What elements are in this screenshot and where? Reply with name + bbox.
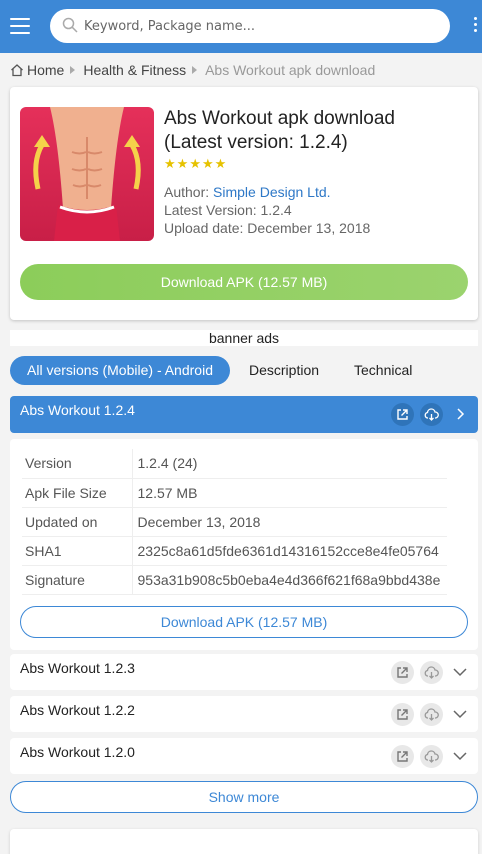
version-row-1-2-2[interactable]: Abs Workout 1.2.2	[10, 696, 478, 732]
author-link[interactable]: Simple Design Ltd.	[213, 184, 331, 200]
app-card: Abs Workout apk download (Latest version…	[10, 87, 478, 320]
latest-version-value: 1.2.4	[260, 202, 292, 218]
table-row: Version 1.2.4 (24)	[22, 449, 447, 479]
chevron-down-icon[interactable]	[452, 706, 468, 722]
detail-value: 2325c8a61d5fde6361d14316152cce8e4fe05764	[131, 536, 447, 566]
tab-description[interactable]: Description	[249, 356, 319, 385]
breadcrumb-separator	[70, 66, 76, 75]
tab-all-versions[interactable]: All versions (Mobile) - Android	[10, 356, 230, 385]
version-details: Version 1.2.4 (24) Apk File Size 12.57 MB …	[10, 439, 478, 650]
version-name: Abs Workout 1.2.4	[20, 402, 135, 418]
latest-version-row: Latest Version: 1.2.4	[164, 202, 292, 218]
cloud-download-icon[interactable]	[420, 661, 443, 684]
external-link-icon[interactable]	[391, 661, 414, 684]
detail-key: Version	[22, 449, 132, 479]
star-icon: ★	[214, 156, 228, 171]
table-row: Updated on December 13, 2018	[22, 507, 447, 537]
tab-technical[interactable]: Technical	[354, 356, 412, 385]
chevron-down-icon[interactable]	[452, 748, 468, 764]
download-version-button[interactable]: Download APK (12.57 MB)	[20, 606, 468, 638]
detail-key: Signature	[22, 565, 132, 595]
version-row-1-2-4[interactable]: Abs Workout 1.2.4	[10, 396, 478, 433]
author-label: Author:	[164, 184, 210, 200]
detail-value: 953a31b908c5b0eba4e4d366f621f68a9bbd438e	[131, 565, 447, 595]
detail-key: Apk File Size	[22, 478, 132, 508]
search-box[interactable]	[50, 9, 450, 43]
detail-value: 1.2.4 (24)	[131, 449, 447, 479]
cloud-download-icon[interactable]	[420, 745, 443, 768]
breadcrumb-home[interactable]: Home	[27, 62, 64, 78]
kebab-icon[interactable]	[474, 17, 480, 37]
home-icon	[11, 64, 23, 77]
table-row: SHA1 2325c8a61d5fde6361d14316152cce8e4fe0…	[22, 536, 447, 566]
latest-version-label: Latest Version:	[164, 202, 257, 218]
detail-key: SHA1	[22, 536, 132, 566]
show-more-button[interactable]: Show more	[10, 781, 478, 813]
author-row: Author: Simple Design Ltd.	[164, 184, 331, 200]
star-icon: ★	[189, 156, 202, 171]
version-name: Abs Workout 1.2.0	[20, 744, 135, 760]
detail-value: December 13, 2018	[131, 507, 447, 537]
breadcrumb-separator	[192, 66, 198, 75]
app-title-line1: Abs Workout apk download	[164, 108, 395, 129]
external-link-icon[interactable]	[391, 745, 414, 768]
rating-stars: ★★★★★	[164, 156, 227, 172]
top-bar	[0, 0, 482, 53]
menu-icon[interactable]	[10, 18, 30, 34]
star-icon: ★	[164, 156, 177, 171]
detail-value: 12.57 MB	[131, 478, 447, 508]
table-row: Signature 953a31b908c5b0eba4e4d366f621f68…	[22, 565, 447, 595]
breadcrumb-category[interactable]: Health & Fitness	[83, 62, 186, 78]
breadcrumb: Home Health & Fitness Abs Workout apk down…	[10, 61, 376, 79]
chevron-down-icon[interactable]	[452, 664, 468, 680]
chevron-right-icon[interactable]	[452, 406, 468, 422]
app-title: Abs Workout apk download (Latest version…	[164, 107, 464, 155]
version-row-1-2-3[interactable]: Abs Workout 1.2.3	[10, 654, 478, 690]
external-link-icon[interactable]	[391, 403, 414, 426]
star-icon: ★	[176, 156, 190, 171]
cloud-download-icon[interactable]	[420, 403, 443, 426]
next-section-card	[10, 829, 478, 854]
app-title-line2: (Latest version: 1.2.4)	[164, 132, 348, 153]
banner-ads: banner ads	[10, 330, 478, 346]
upload-date-label: Upload date:	[164, 220, 244, 236]
version-row-1-2-0[interactable]: Abs Workout 1.2.0	[10, 738, 478, 774]
version-name: Abs Workout 1.2.3	[20, 660, 135, 676]
version-details-table: Version 1.2.4 (24) Apk File Size 12.57 MB …	[22, 449, 447, 595]
search-input[interactable]	[84, 9, 434, 43]
cloud-download-icon[interactable]	[420, 703, 443, 726]
app-icon	[20, 107, 154, 241]
table-row: Apk File Size 12.57 MB	[22, 478, 447, 508]
star-icon: ★	[201, 156, 215, 171]
download-apk-button[interactable]: Download APK (12.57 MB)	[20, 264, 468, 300]
version-name: Abs Workout 1.2.2	[20, 702, 135, 718]
search-icon	[62, 17, 78, 33]
detail-key: Updated on	[22, 507, 132, 537]
breadcrumb-current: Abs Workout apk download	[205, 62, 376, 79]
external-link-icon[interactable]	[391, 703, 414, 726]
upload-date-row: Upload date: December 13, 2018	[164, 220, 370, 236]
upload-date-value: December 13, 2018	[247, 220, 371, 236]
